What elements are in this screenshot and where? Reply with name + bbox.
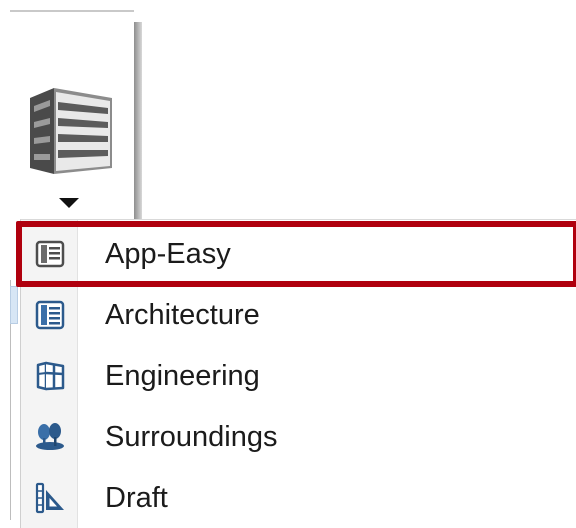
- menu-item-surroundings[interactable]: Surroundings: [21, 407, 576, 467]
- panel-tab: [10, 286, 18, 324]
- caret-down-icon[interactable]: [59, 198, 79, 208]
- menu-item-label: Architecture: [105, 298, 260, 331]
- ribbon-button-shadow: [134, 22, 142, 222]
- menu-item-app-easy[interactable]: App-Easy: [21, 224, 576, 284]
- menu-item-architecture[interactable]: Architecture: [21, 285, 576, 345]
- menu-item-draft[interactable]: Draft: [21, 468, 576, 528]
- menu-item-label: App-Easy: [105, 237, 231, 270]
- menu-item-label: Engineering: [105, 359, 260, 392]
- menu-item-label: Surroundings: [105, 420, 278, 453]
- structure-frame-icon: [33, 359, 67, 393]
- module-dropdown-menu: App-Easy Architecture Engineering Surrou…: [20, 219, 576, 528]
- building-icon: [30, 88, 112, 174]
- building-gray-icon: [33, 237, 67, 271]
- trees-icon: [33, 420, 67, 454]
- menu-item-engineering[interactable]: Engineering: [21, 346, 576, 406]
- drafting-triangle-icon: [33, 481, 67, 515]
- menu-item-label: Draft: [105, 481, 168, 514]
- building-blue-icon: [33, 298, 67, 332]
